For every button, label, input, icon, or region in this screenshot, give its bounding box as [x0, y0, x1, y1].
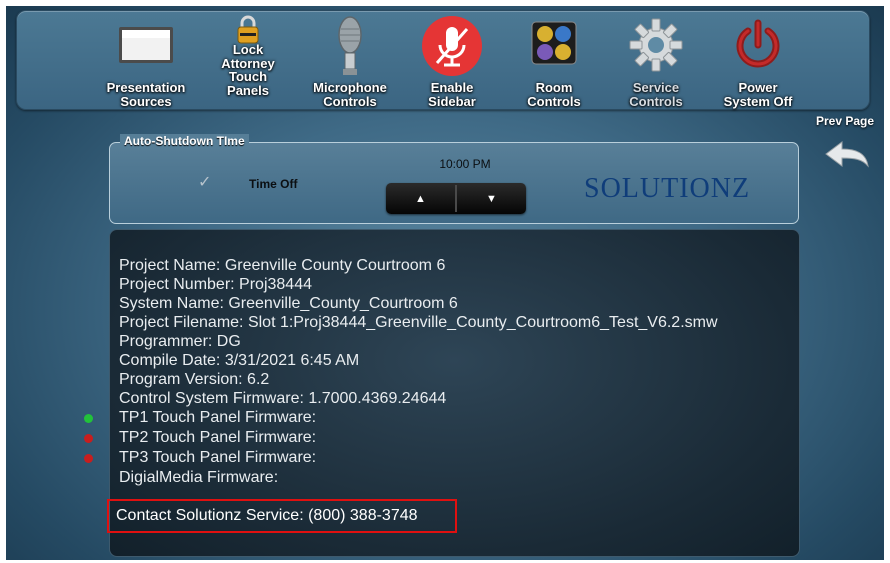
- presentation-sources-button[interactable]: Presentation Sources: [96, 11, 196, 111]
- back-arrow-icon: [825, 141, 869, 168]
- project-name-line: Project Name: Greenville County Courtroo…: [119, 257, 446, 274]
- room-controls-button[interactable]: Room Controls: [504, 11, 604, 111]
- mute-microphone-icon: [422, 16, 482, 76]
- time-off-label: Time Off: [249, 177, 298, 191]
- shutdown-time-stepper: ▲ ▼: [386, 183, 526, 214]
- service-controls-label: Service Controls: [629, 80, 683, 109]
- room-controls-icon: [531, 21, 577, 65]
- prev-page-button[interactable]: Prev Page: [810, 112, 880, 182]
- prev-page-label: Prev Page: [815, 114, 875, 128]
- enable-sidebar-label: Enable Sidebar: [428, 80, 476, 109]
- lock-icon: [237, 15, 259, 44]
- triangle-up-icon: ▲: [415, 192, 426, 205]
- programmer-line: Programmer: DG: [119, 333, 241, 350]
- time-down-button[interactable]: ▼: [457, 183, 526, 214]
- tp1-firmware-line: TP1 Touch Panel Firmware:: [119, 409, 317, 426]
- projector-screen-icon: [119, 27, 173, 63]
- power-icon: [736, 19, 780, 68]
- microphone-controls-button[interactable]: Microphone Controls: [300, 11, 400, 111]
- tp3-firmware-line: TP3 Touch Panel Firmware:: [119, 449, 317, 466]
- microphone-icon: [338, 16, 362, 75]
- control-system-firmware-line: Control System Firmware: 1.7000.4369.246…: [119, 390, 447, 407]
- touch-panel-screen: Presentation Sources Lock Attorney Touch…: [6, 6, 884, 560]
- tp3-status-dot: [84, 454, 93, 463]
- power-system-off-button[interactable]: Power System Off: [708, 11, 808, 111]
- system-name-line: System Name: Greenville_County_Courtroom…: [119, 295, 458, 312]
- solutionz-logo: SOLUTIONZ: [584, 173, 751, 204]
- compile-date-line: Compile Date: 3/31/2021 6:45 AM: [119, 352, 360, 369]
- presentation-sources-label: Presentation Sources: [106, 80, 186, 109]
- power-system-off-label: Power System Off: [723, 80, 793, 109]
- time-off-checkbox[interactable]: ✓: [198, 175, 214, 191]
- microphone-controls-label: Microphone Controls: [313, 80, 387, 109]
- room-controls-label: Room Controls: [527, 80, 581, 109]
- gear-icon: [629, 18, 683, 72]
- shutdown-time-value: 10:00 PM: [439, 157, 491, 171]
- tp2-firmware-line: TP2 Touch Panel Firmware:: [119, 429, 317, 446]
- digitalmedia-firmware-line: DigialMedia Firmware:: [119, 469, 279, 486]
- lock-attorney-touch-panels-button[interactable]: Lock Attorney Touch Panels: [198, 11, 298, 111]
- contact-service-highlight: Contact Solutionz Service: (800) 388-374…: [107, 499, 457, 533]
- tp1-status-dot: [84, 414, 93, 423]
- service-controls-button[interactable]: Service Controls: [606, 11, 706, 111]
- triangle-down-icon: ▼: [486, 192, 497, 205]
- contact-service-text: Contact Solutionz Service: (800) 388-374…: [116, 507, 418, 524]
- main-toolbar: Presentation Sources Lock Attorney Touch…: [16, 10, 870, 110]
- auto-shutdown-group: Auto-Shutdown TIme ✓ Time Off 10:00 PM ▲…: [109, 134, 799, 224]
- auto-shutdown-legend: Auto-Shutdown TIme: [120, 134, 249, 148]
- project-number-line: Project Number: Proj38444: [119, 276, 312, 293]
- program-version-line: Program Version: 6.2: [119, 371, 270, 388]
- lock-attorney-label: Lock Attorney Touch Panels: [221, 42, 275, 98]
- project-filename-line: Project Filename: Slot 1:Proj38444_Green…: [119, 314, 718, 331]
- tp2-status-dot: [84, 434, 93, 443]
- enable-sidebar-button[interactable]: Enable Sidebar: [402, 11, 502, 111]
- time-up-button[interactable]: ▲: [386, 183, 455, 214]
